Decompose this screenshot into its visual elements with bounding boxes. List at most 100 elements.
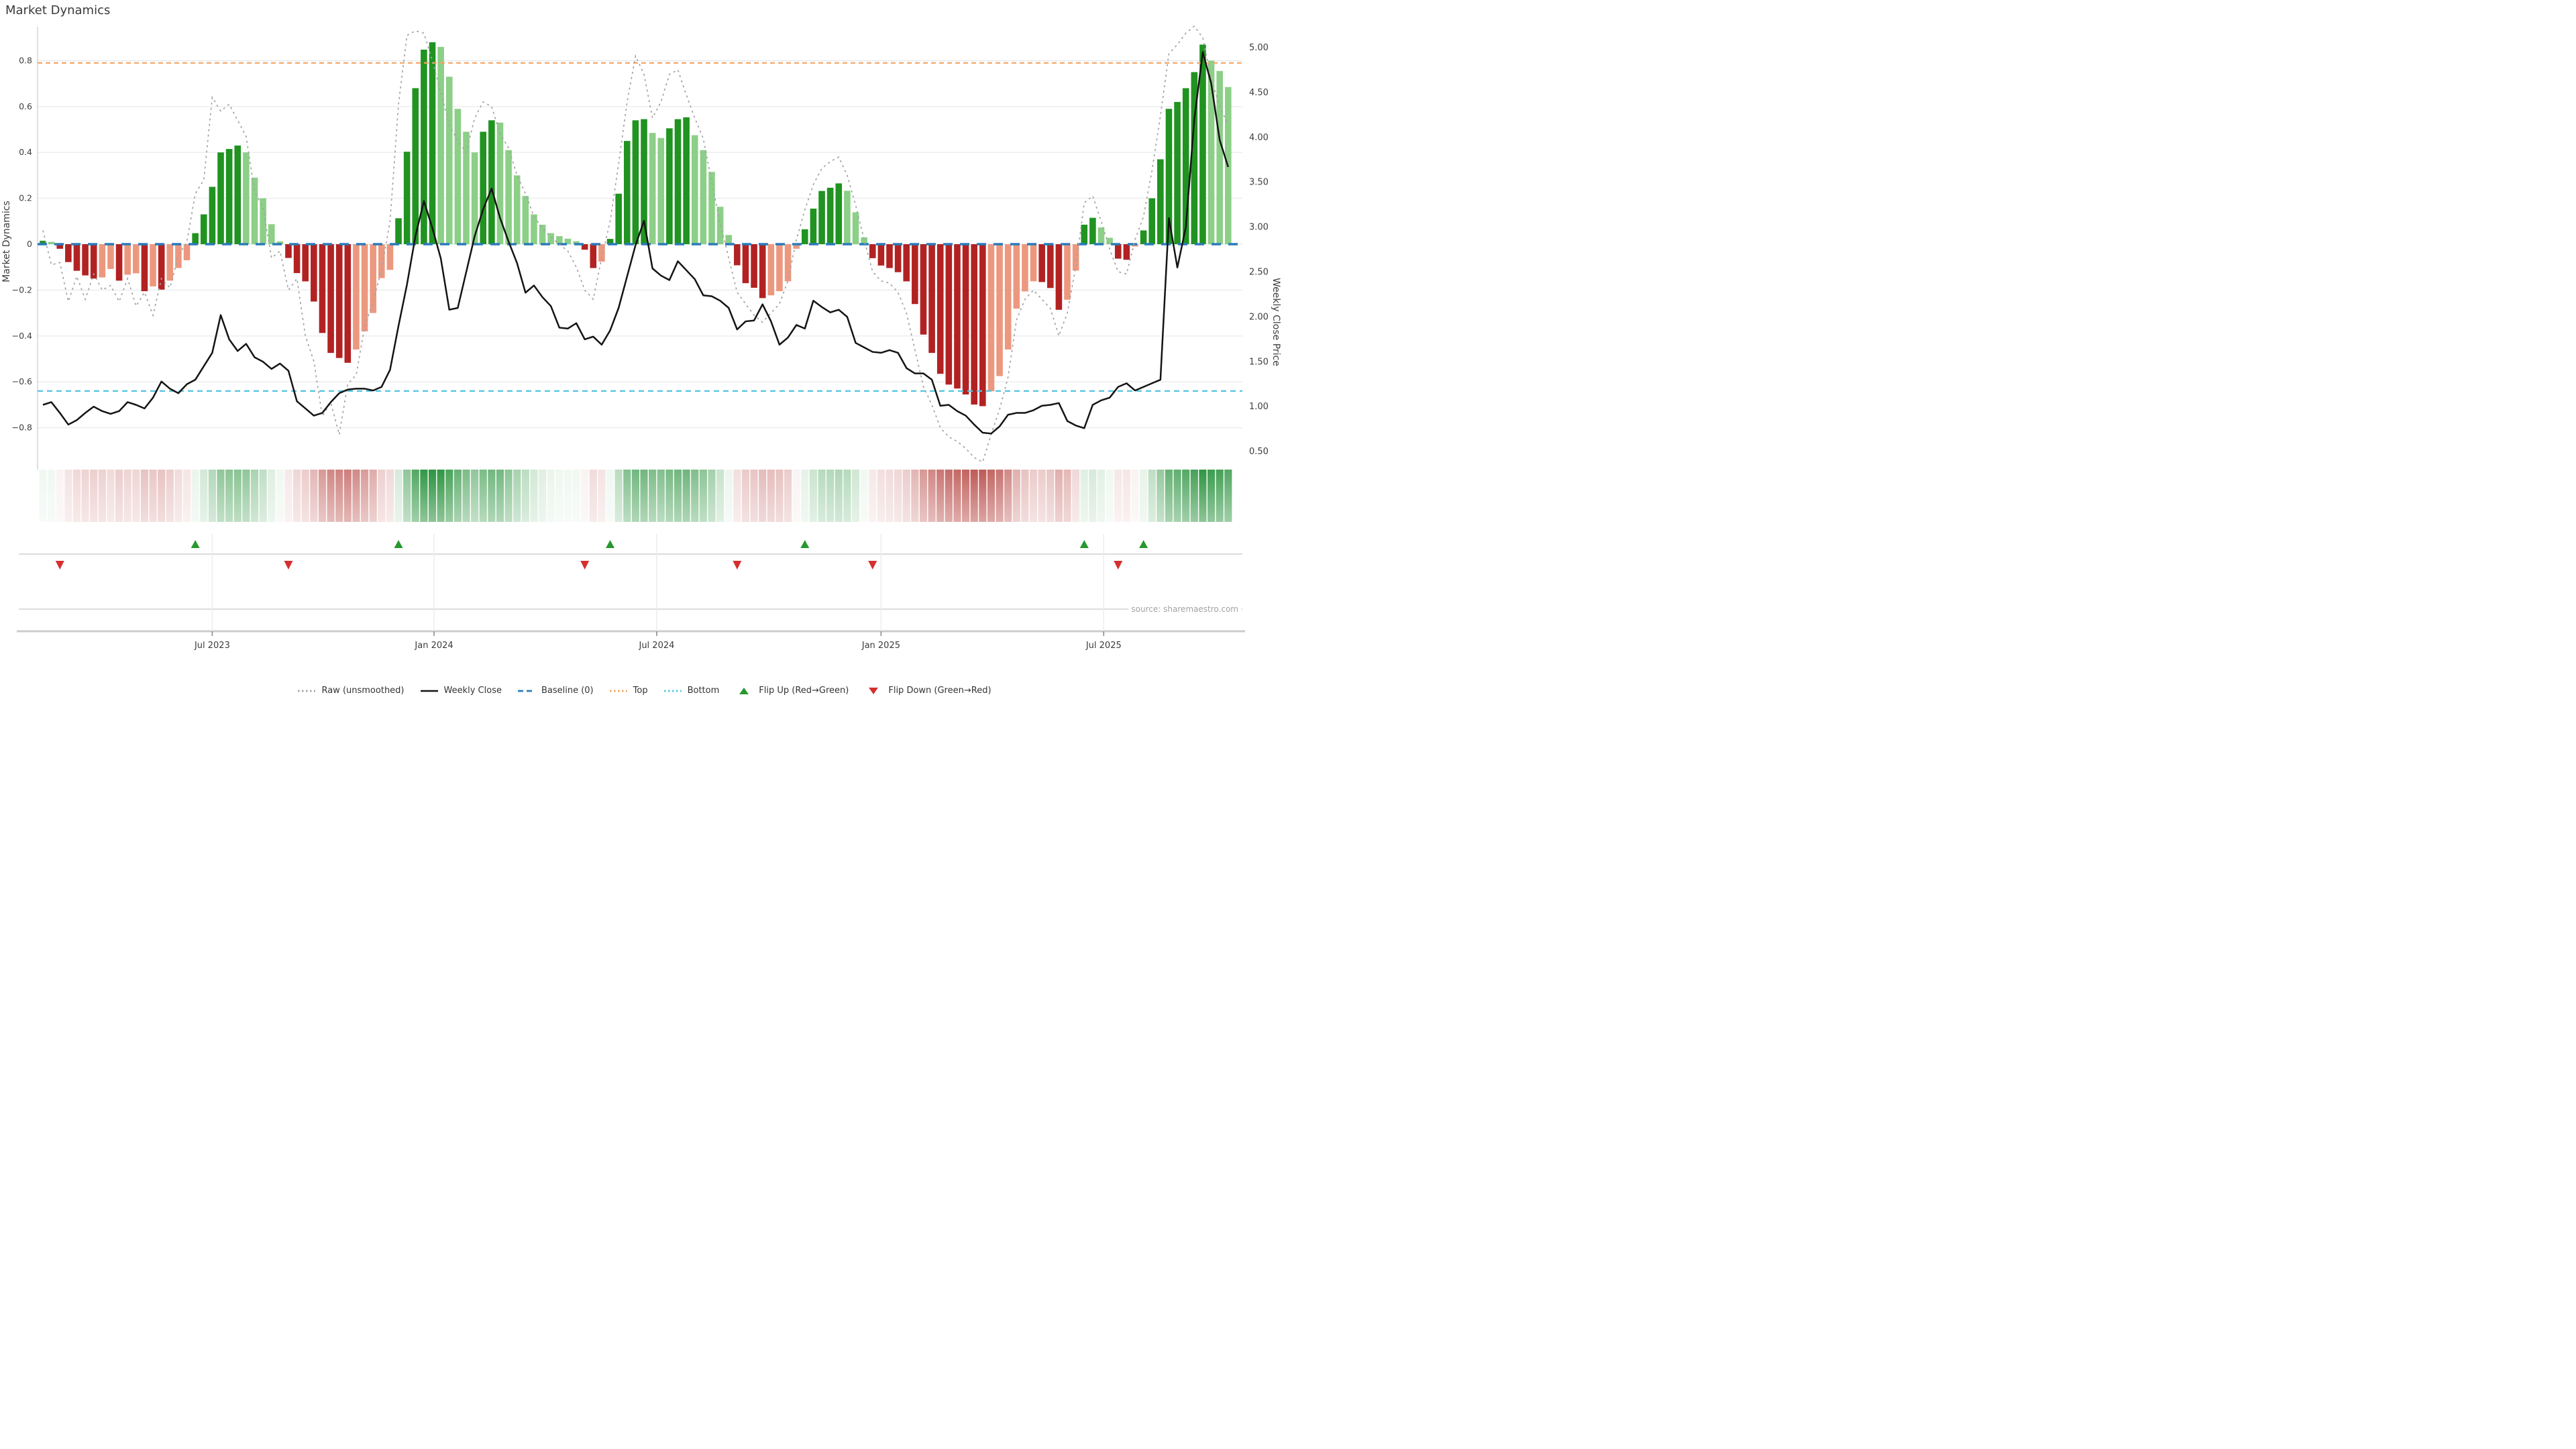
bar xyxy=(767,244,775,296)
heatmap-cell xyxy=(538,470,547,522)
heatmap-cell xyxy=(1021,470,1029,522)
bar xyxy=(133,244,140,274)
legend-label: Bottom xyxy=(687,686,720,696)
heatmap-cell xyxy=(674,470,682,522)
right-tick-label: 5.00 xyxy=(1249,43,1269,53)
bar xyxy=(1148,198,1156,244)
bar xyxy=(623,141,631,244)
heatmap-cell xyxy=(343,470,352,522)
right-tick-label: 2.00 xyxy=(1249,312,1269,322)
heatmap-cell xyxy=(513,470,521,522)
source-note: source: sharemaestro.com xyxy=(1128,604,1241,614)
heatmap-cell xyxy=(784,470,792,522)
heatmap-cell xyxy=(530,470,538,522)
heatmap-cell xyxy=(979,470,987,522)
heatmap-cell xyxy=(81,470,89,522)
heatmap-cell xyxy=(1012,470,1020,522)
x-tick-label: Jul 2024 xyxy=(638,641,674,651)
heatmap-cell xyxy=(208,470,216,522)
bar xyxy=(1089,217,1096,244)
bar xyxy=(962,244,969,395)
heatmap-strip xyxy=(39,470,1232,522)
bar xyxy=(293,244,301,274)
bar xyxy=(945,244,953,385)
bar xyxy=(683,117,690,244)
legend-item: Top xyxy=(608,686,648,696)
bar xyxy=(429,42,436,244)
heatmap-cell xyxy=(1165,470,1173,522)
bar xyxy=(243,152,250,244)
bar xyxy=(192,233,199,244)
bar xyxy=(327,244,334,354)
bar xyxy=(590,244,597,268)
bar xyxy=(784,244,792,282)
heatmap-cell xyxy=(606,470,614,522)
heatmap-cell xyxy=(1224,470,1232,522)
bar xyxy=(844,191,851,244)
heatmap-cell xyxy=(767,470,775,522)
heatmap-cell xyxy=(987,470,996,522)
bar xyxy=(361,244,368,331)
bar xyxy=(666,128,673,244)
heatmap-cell xyxy=(1114,470,1122,522)
bar xyxy=(954,244,961,389)
heatmap-cell xyxy=(386,470,394,522)
flip-up-icon xyxy=(394,540,403,548)
bar xyxy=(403,152,411,244)
bar xyxy=(1174,101,1181,244)
heatmap-cell xyxy=(1089,470,1097,522)
heatmap-cell xyxy=(724,470,733,522)
bar xyxy=(302,244,309,282)
bar xyxy=(936,244,944,374)
heatmap-cell xyxy=(233,470,241,522)
heatmap-cell xyxy=(310,470,318,522)
heatmap-cell xyxy=(1004,470,1012,522)
right-tick-label: 0.50 xyxy=(1249,447,1269,457)
legend-label: Baseline (0) xyxy=(541,686,594,696)
heatmap-cell xyxy=(1182,470,1190,522)
heatmap-cell xyxy=(191,470,199,522)
left-tick-label: 0.2 xyxy=(19,193,32,203)
flip-up-icon xyxy=(1139,540,1148,548)
bar xyxy=(1055,244,1063,310)
heatmap-cell xyxy=(420,470,428,522)
bar xyxy=(802,229,808,244)
heatmap-cell xyxy=(445,470,453,522)
bar xyxy=(260,198,266,244)
heatmap-cell xyxy=(301,470,309,522)
heatmap-cell xyxy=(809,470,818,522)
right-axis-label: Weekly Close Price xyxy=(1271,278,1281,366)
heatmap-cell xyxy=(928,470,936,522)
heatmap-cell xyxy=(792,470,800,522)
bar xyxy=(1038,244,1045,282)
legend-item: Raw (unsmoothed) xyxy=(297,686,405,696)
bar xyxy=(1013,244,1020,309)
flip-up-icon xyxy=(800,540,810,548)
dashed-line-icon xyxy=(517,690,535,692)
flip-down-icon xyxy=(55,561,64,570)
figure: Market Dynamics Market Dynamics Weekly C… xyxy=(0,0,1288,724)
heatmap-cell xyxy=(504,470,513,522)
left-tick-label: −0.4 xyxy=(12,331,32,341)
bar xyxy=(852,212,859,244)
heatmap-cell xyxy=(775,470,784,522)
bar xyxy=(539,224,546,244)
left-axis-label: Market Dynamics xyxy=(1,201,12,282)
heatmap-cell xyxy=(1157,470,1165,522)
heatmap-cell xyxy=(1063,470,1071,522)
heatmap-cell xyxy=(64,470,72,522)
chart-canvas: Jul 2023 Jan 2024 Jul 2024 Jan 2025 Jul 2025… xyxy=(12,25,1269,651)
flip-down-icon xyxy=(869,687,879,694)
heatmap-cell xyxy=(741,470,750,522)
flip-down-icon xyxy=(733,561,742,570)
bar xyxy=(209,186,216,244)
right-tick-label: 1.50 xyxy=(1249,357,1269,367)
solid-line-icon xyxy=(420,690,438,692)
heatmap-cell xyxy=(39,470,47,522)
heatmap-cell xyxy=(132,470,140,522)
bar xyxy=(920,244,927,335)
heatmap-cell xyxy=(90,470,98,522)
bar xyxy=(810,208,817,244)
heatmap-cell xyxy=(1140,470,1148,522)
heatmap-cell xyxy=(327,470,335,522)
